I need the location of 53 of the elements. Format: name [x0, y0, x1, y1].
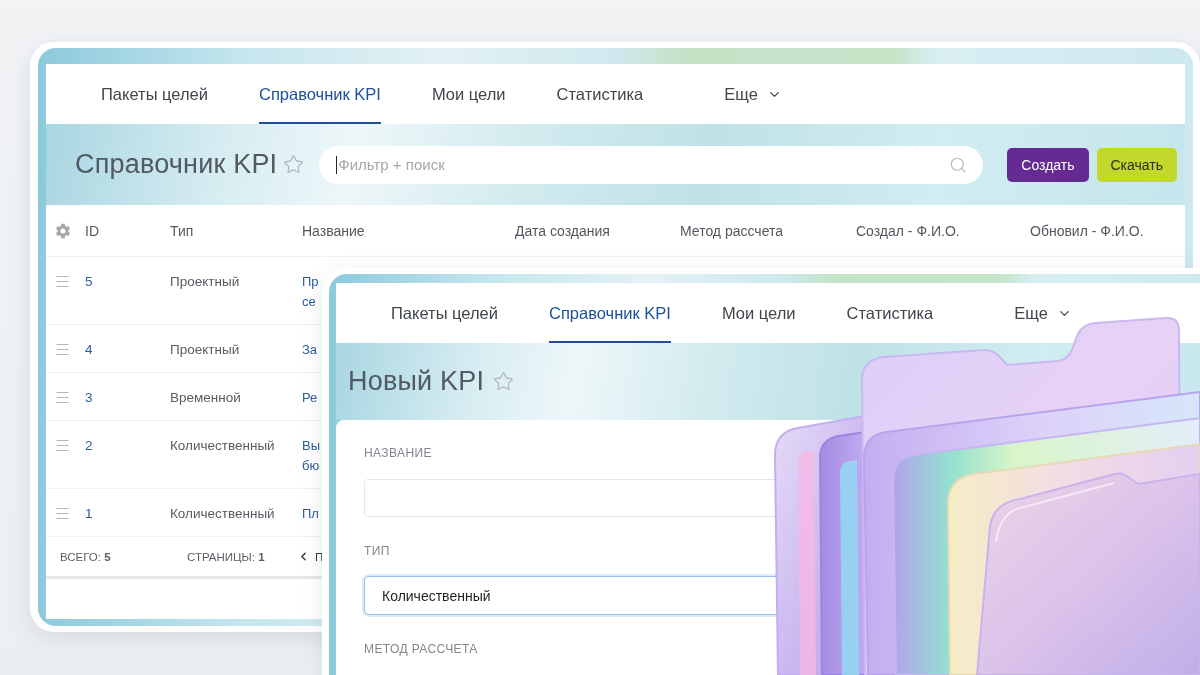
column-header: Создал - Ф.И.О.	[856, 222, 960, 239]
table-cell-text: Проектный	[170, 273, 240, 291]
nav-tab[interactable]: Статистика	[846, 283, 934, 343]
id-link[interactable]: 4	[85, 340, 93, 360]
previous-page-link[interactable]: П	[297, 550, 324, 563]
page-count: СТРАНИЦЫ: 1	[187, 550, 265, 563]
column-header: Тип	[170, 222, 194, 239]
primary-button[interactable]: Создать	[1007, 147, 1089, 182]
column-header: ID	[85, 222, 99, 239]
more-menu-tab[interactable]: Еще	[724, 64, 782, 124]
secondary-button[interactable]: Скачать	[1096, 147, 1177, 182]
drag-handle-icon[interactable]	[54, 505, 71, 522]
name-link[interactable]: Ре	[302, 388, 318, 408]
search-icon[interactable]	[949, 155, 968, 174]
page-title: Новый KPI	[348, 366, 485, 397]
total-count: ВСЕГО: 5	[60, 550, 111, 563]
star-icon[interactable]	[493, 371, 515, 392]
drag-handle-icon[interactable]	[54, 273, 71, 290]
drag-handle-icon[interactable]	[54, 341, 71, 358]
more-menu-tab[interactable]: Еще	[1014, 283, 1072, 343]
text-cursor-icon	[336, 155, 338, 174]
settings-icon[interactable]	[55, 222, 71, 239]
nav-tab[interactable]: Справочник KPI	[259, 64, 381, 124]
nav-tab[interactable]: Пакеты целей	[391, 283, 498, 343]
nav-tab[interactable]: Мои цели	[721, 283, 796, 343]
table-cell-text: Проектный	[170, 341, 240, 359]
column-header: Название	[302, 222, 365, 239]
field-label: МЕТОД РАССЧЕТА	[364, 641, 478, 657]
nav-tab[interactable]: Мои цели	[431, 64, 506, 124]
id-link[interactable]: 1	[85, 504, 93, 524]
column-header: Дата создания	[515, 222, 610, 239]
nav-tab[interactable]: Статистика	[556, 64, 644, 124]
star-icon[interactable]	[283, 154, 305, 175]
name-link[interactable]: За	[302, 340, 318, 360]
column-header: Метод рассчета	[680, 222, 783, 239]
id-link[interactable]: 3	[85, 388, 93, 408]
id-link[interactable]: 5	[85, 272, 93, 292]
field-label: НАЗВАНИЕ	[364, 445, 432, 461]
name-link[interactable]: Вы бю	[302, 436, 320, 476]
column-header: Обновил - Ф.И.О.	[1030, 222, 1144, 239]
table-cell-text: Количественный	[170, 437, 275, 455]
id-link[interactable]: 2	[85, 436, 93, 456]
name-link[interactable]: Пр се	[302, 272, 319, 312]
nav-tab[interactable]: Пакеты целей	[101, 64, 208, 124]
field-label: ТИП	[364, 543, 390, 559]
drag-handle-icon[interactable]	[54, 389, 71, 406]
nav-tab[interactable]: Справочник KPI	[549, 283, 671, 343]
table-cell-text: Количественный	[170, 505, 275, 523]
search-field[interactable]: Фильтр + поиск	[319, 145, 984, 184]
table-cell-text: Временной	[170, 389, 241, 407]
page-title: Справочник KPI	[75, 149, 278, 180]
name-link[interactable]: Пл	[302, 504, 319, 524]
drag-handle-icon[interactable]	[54, 437, 71, 454]
